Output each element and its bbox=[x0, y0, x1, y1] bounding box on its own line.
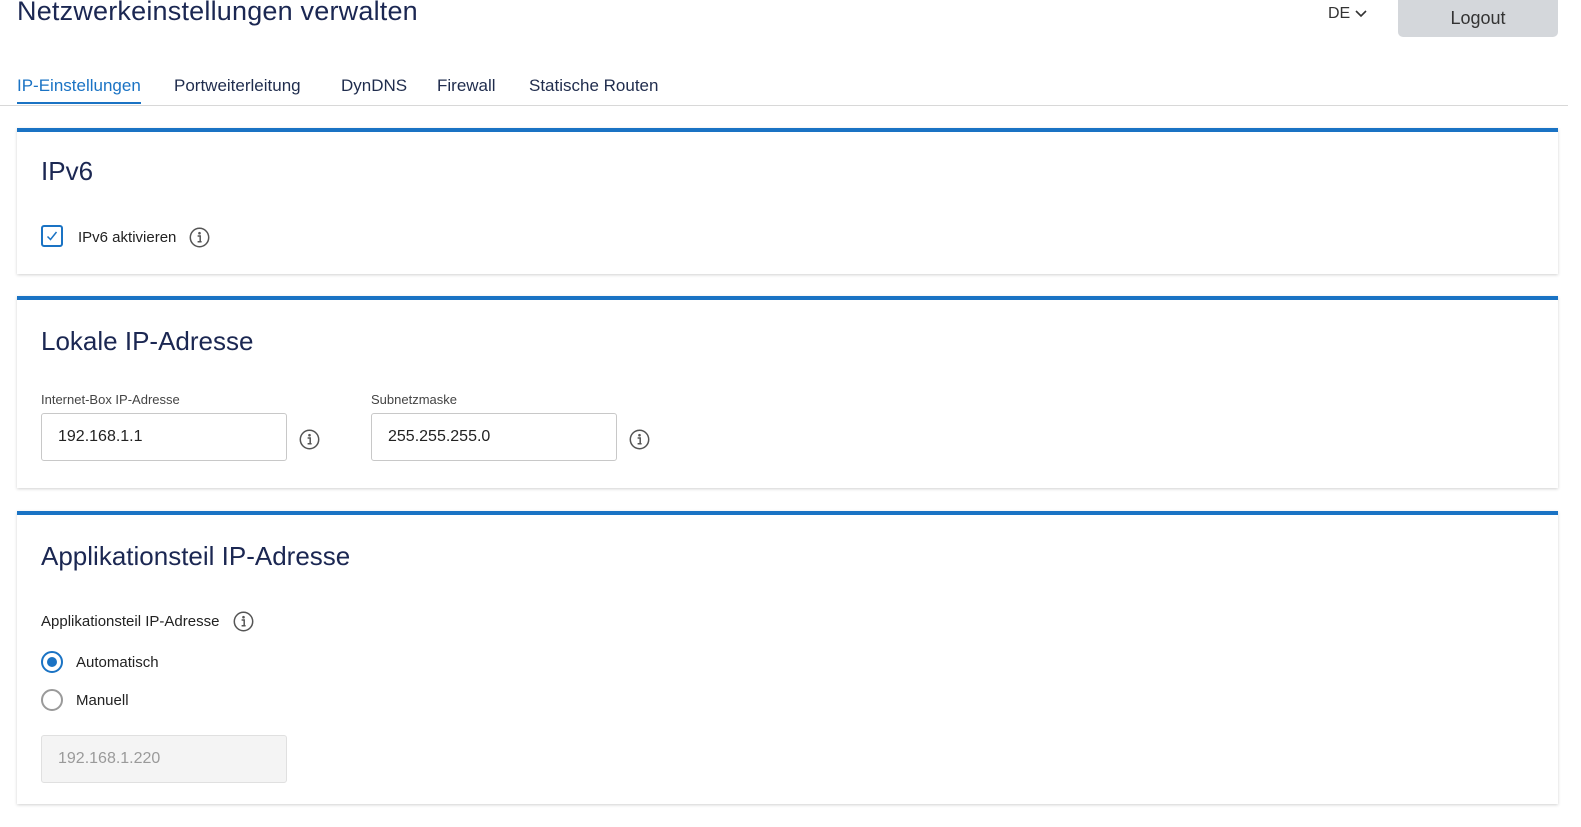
app-ip-card: Applikationsteil IP-Adresse Applikations… bbox=[17, 511, 1558, 804]
chevron-down-icon bbox=[1355, 10, 1367, 18]
ipv6-card: IPv6 IPv6 aktivieren bbox=[17, 128, 1558, 274]
subnet-label: Subnetzmaske bbox=[371, 392, 457, 407]
tab-firewall[interactable]: Firewall bbox=[437, 76, 496, 96]
radio-manuell-label: Manuell bbox=[76, 692, 129, 709]
local-ip-card: Lokale IP-Adresse Internet-Box IP-Adress… bbox=[17, 296, 1558, 488]
radio-automatisch[interactable] bbox=[41, 651, 63, 673]
radio-automatisch-label: Automatisch bbox=[76, 654, 159, 671]
tab-ip-einstellungen[interactable]: IP-Einstellungen bbox=[17, 76, 141, 104]
local-ip-card-title: Lokale IP-Adresse bbox=[41, 326, 254, 356]
tab-bar: IP-Einstellungen Portweiterleitung DynDN… bbox=[0, 72, 1568, 106]
logout-button[interactable]: Logout bbox=[1398, 0, 1558, 37]
tab-portweiterleitung[interactable]: Portweiterleitung bbox=[174, 76, 301, 96]
ipv6-checkbox[interactable] bbox=[41, 225, 63, 247]
ipv6-card-title: IPv6 bbox=[41, 156, 94, 186]
tab-statische-routen[interactable]: Statische Routen bbox=[529, 76, 658, 96]
ipv6-checkbox-label: IPv6 aktivieren bbox=[78, 229, 177, 246]
info-icon[interactable] bbox=[299, 429, 320, 450]
language-selector[interactable]: DE bbox=[1328, 5, 1367, 23]
radio-manuell[interactable] bbox=[41, 689, 63, 711]
info-icon[interactable] bbox=[233, 611, 254, 632]
checkmark-icon bbox=[46, 231, 58, 241]
manual-ip-input bbox=[41, 735, 287, 783]
subnet-input[interactable] bbox=[371, 413, 617, 461]
app-ip-card-title: Applikationsteil IP-Adresse bbox=[41, 541, 351, 571]
box-ip-label: Internet-Box IP-Adresse bbox=[41, 392, 180, 407]
box-ip-input[interactable] bbox=[41, 413, 287, 461]
app-ip-field-label: Applikationsteil IP-Adresse bbox=[41, 613, 220, 630]
page-title: Netzwerkeinstellungen verwalten bbox=[17, 0, 418, 26]
info-icon[interactable] bbox=[629, 429, 650, 450]
tab-dyndns[interactable]: DynDNS bbox=[341, 76, 407, 96]
language-label: DE bbox=[1328, 5, 1351, 22]
info-icon[interactable] bbox=[189, 227, 210, 248]
